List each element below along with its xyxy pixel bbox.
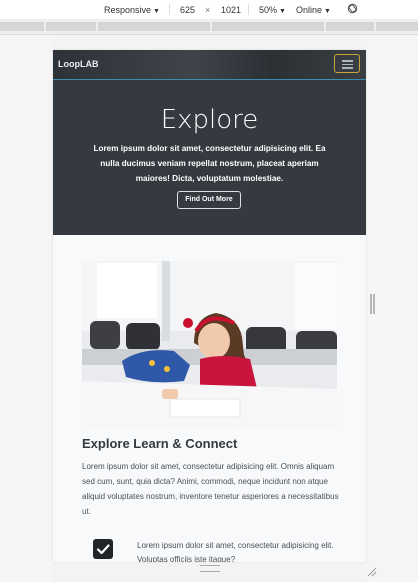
hero-text: Lorem ipsum dolor sit amet, consectetur … [93, 144, 326, 183]
hero-title: Explore [160, 105, 259, 135]
ruler-segment [326, 22, 374, 31]
chevron-down-icon: ▼ [279, 8, 286, 15]
section-text: Lorem ipsum dolor sit amet, consectetur … [82, 462, 339, 516]
chevron-down-icon: ▼ [153, 8, 160, 15]
feature-text: Lorem ipsum dolor sit amet, consectetur … [137, 541, 334, 562]
device-mode-dropdown[interactable]: Responsive ▼ [104, 4, 160, 16]
classroom-photo [82, 261, 337, 429]
ruler-segment [376, 22, 418, 31]
navbar: LoopLAB [53, 50, 366, 79]
brand-logo[interactable]: LoopLAB [58, 59, 99, 69]
toolbar-divider [169, 4, 170, 15]
network-label: Online [296, 5, 323, 15]
zoom-label: 50% [259, 5, 278, 15]
chevron-down-icon: ▼ [324, 8, 331, 15]
resize-handle-corner[interactable] [367, 564, 377, 577]
network-throttle-dropdown[interactable]: Online ▼ [296, 4, 331, 16]
check-icon [93, 539, 113, 559]
ruler-segment [0, 22, 44, 31]
find-out-more-button[interactable]: Find Out More [177, 191, 241, 209]
width-input[interactable]: 625 [180, 4, 195, 16]
toolbar-divider [248, 4, 249, 15]
device-mode-label: Responsive [104, 5, 152, 15]
emulated-page: LoopLAB Explore Lorem ipsum dolor sit am… [53, 50, 366, 562]
section-title: Explore Learn & Connect [82, 436, 238, 451]
hero-section: Explore Lorem ipsum dolor sit amet, cons… [53, 79, 366, 235]
zoom-dropdown[interactable]: 50% ▼ [259, 4, 286, 16]
ruler-segment [98, 22, 210, 31]
height-input[interactable]: 1021 [221, 4, 241, 16]
resize-handle-right[interactable] [370, 294, 375, 314]
rotate-icon[interactable] [347, 3, 358, 14]
ruler-segment [46, 22, 96, 31]
device-ruler [0, 19, 418, 35]
ruler-segment [212, 22, 324, 31]
dimension-separator: × [205, 5, 211, 15]
device-toolbar: Responsive ▼ 625 × 1021 50% ▼ Online ▼ [0, 0, 418, 19]
canvas-margin-left [0, 35, 52, 582]
hamburger-icon[interactable] [334, 54, 360, 73]
resize-handle-bottom[interactable] [200, 565, 220, 572]
